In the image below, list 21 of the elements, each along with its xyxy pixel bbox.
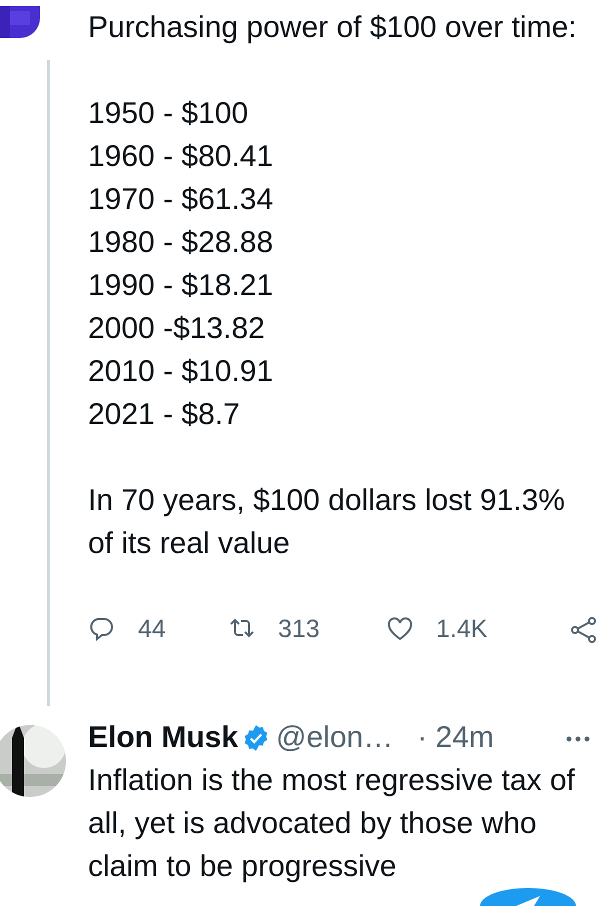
list-line: 1960 - $80.41 [88,139,274,175]
share-icon[interactable] [570,616,598,644]
list-line: 1980 - $28.88 [88,225,274,261]
list-line: 1950 - $100 [88,96,250,132]
action-count: 44 [138,614,166,645]
action-count: 1.4K [436,614,488,645]
list-line: 1990 - $18.21 [88,268,274,304]
list-line: 1970 - $61.34 [88,182,274,218]
author-handle: @elon… [276,720,394,756]
tweet-text: In 70 years, $100 dollars lost 91.3% of its real value [88,483,566,562]
compose-icon [514,896,542,906]
more-icon[interactable] [566,736,590,742]
list-line: 2010 - $10.91 [88,354,274,390]
tweet-text: Purchasing power of $100 over time: [88,10,578,46]
tweet-text: Inflation is the most regressive tax of all, yet is advocated by those who claim to be progressive [88,763,576,885]
reply-icon[interactable] [88,616,116,644]
author-name: Elon Musk [88,720,238,756]
action-count: 313 [278,614,320,645]
timestamp: · 24m [417,720,494,756]
list-line: 2021 - $8.7 [88,397,241,433]
list-line: 2000 -$13.82 [88,311,266,347]
